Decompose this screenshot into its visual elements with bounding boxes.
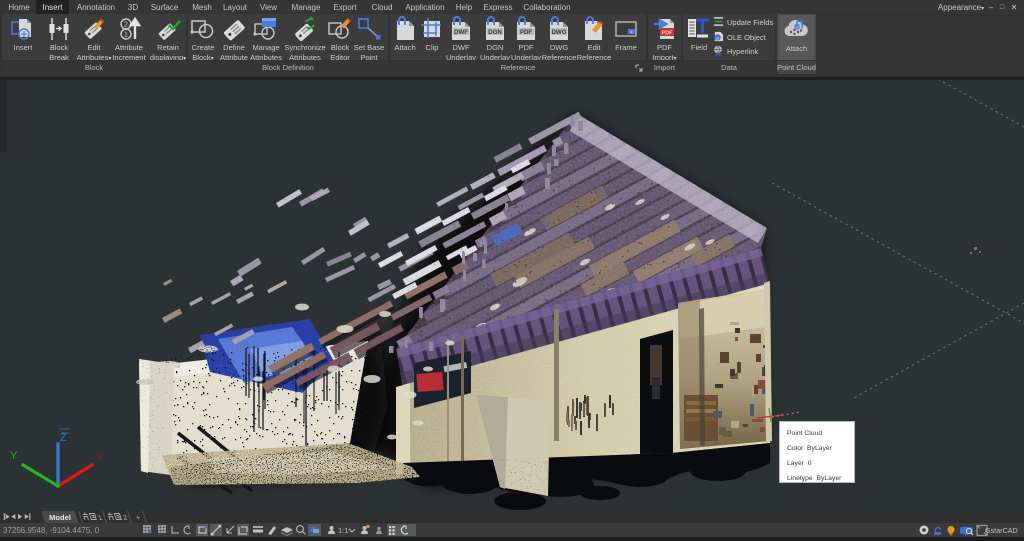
- svg-text:DGN: DGN: [488, 29, 502, 36]
- svg-text:PDF: PDF: [520, 29, 533, 36]
- svg-text:Y: Y: [10, 450, 18, 462]
- svg-text:PDF: PDF: [661, 31, 673, 37]
- svg-text:DWF: DWF: [454, 29, 468, 36]
- svg-text:GstarCAD: GstarCAD: [985, 526, 1018, 535]
- svg-text:Z: Z: [60, 432, 67, 444]
- svg-text:1: 1: [124, 32, 128, 39]
- svg-text:X: X: [96, 452, 104, 464]
- svg-text:2: 2: [124, 22, 128, 29]
- svg-text:DWG: DWG: [551, 29, 566, 36]
- svg-text:1:1: 1:1: [338, 526, 348, 535]
